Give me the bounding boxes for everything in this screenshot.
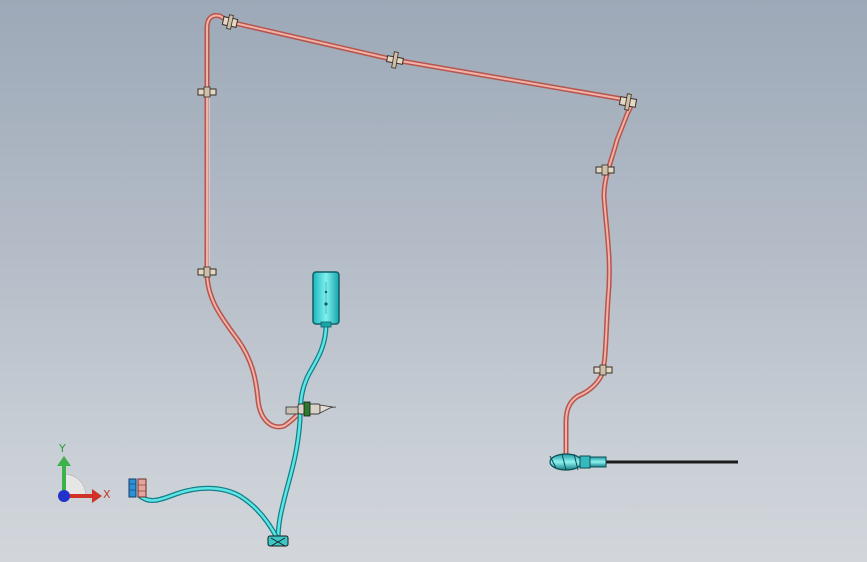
tube-clip[interactable]	[197, 266, 217, 278]
tube-clip[interactable]	[221, 14, 239, 31]
tube-clip[interactable]	[386, 51, 405, 70]
tube-clip[interactable]	[593, 364, 613, 376]
z-axis-origin	[58, 490, 70, 502]
tube-clips	[197, 14, 638, 376]
tube-junction[interactable]	[267, 535, 289, 547]
cyan-sensor-box[interactable]	[312, 271, 340, 328]
pink-tube	[204, 13, 634, 461]
tube-clip[interactable]	[618, 93, 638, 112]
connector-plug[interactable]	[128, 478, 147, 498]
inline-fitting[interactable]	[285, 401, 337, 417]
cyan-tube	[137, 322, 329, 543]
axis-triad: Y X	[57, 442, 111, 503]
tube-clip[interactable]	[595, 164, 615, 176]
cad-viewport[interactable]: Y X	[0, 0, 867, 562]
tube-clip[interactable]	[197, 86, 217, 98]
probe-rod[interactable]	[549, 453, 738, 471]
x-axis-label: X	[103, 488, 111, 501]
assembly-drawing: Y X	[57, 13, 738, 547]
y-axis-label: Y	[58, 442, 66, 455]
